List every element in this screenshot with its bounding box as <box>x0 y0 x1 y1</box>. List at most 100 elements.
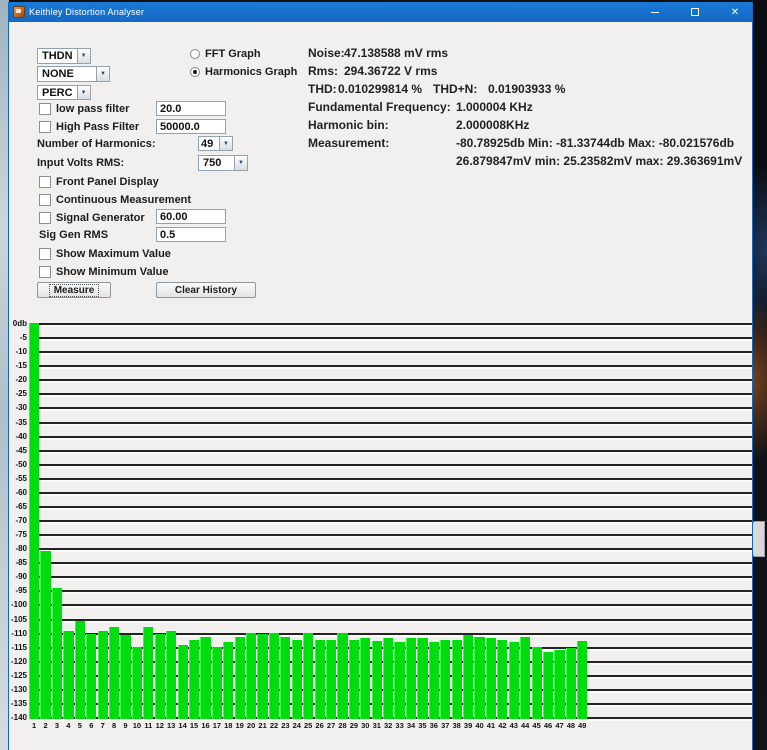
gridline <box>29 548 752 550</box>
harmonic-bar-18 <box>223 642 233 719</box>
clear-history-button[interactable]: Clear History <box>156 282 256 298</box>
show-minimum-label: Show Minimum Value <box>56 266 168 278</box>
gridline <box>29 689 752 691</box>
x-axis-tick-label: 37 <box>438 721 452 730</box>
checkbox-icon <box>39 248 51 260</box>
x-axis-tick-label: 42 <box>495 721 509 730</box>
y-axis-tick-label: -15 <box>9 361 27 370</box>
thd-label: THD: <box>308 82 337 96</box>
chevron-down-icon[interactable]: ▼ <box>234 155 248 171</box>
num-harmonics-value: 49 <box>198 136 219 151</box>
none-combobox[interactable]: NONE ▼ <box>37 66 110 82</box>
x-axis-tick-label: 29 <box>347 721 361 730</box>
x-axis-tick-label: 26 <box>313 721 327 730</box>
harmonic-bar-12 <box>155 634 165 719</box>
x-axis-tick-label: 31 <box>370 721 384 730</box>
sig-gen-rms-label: Sig Gen RMS <box>39 229 108 241</box>
sig-gen-rms-input[interactable] <box>156 227 226 242</box>
checkbox-icon <box>39 103 51 115</box>
radio-selected-icon <box>190 67 200 77</box>
high-pass-filter-input[interactable] <box>156 119 226 134</box>
x-axis-tick-label: 28 <box>336 721 350 730</box>
continuous-measurement-checkbox[interactable]: Continuous Measurement <box>39 193 191 206</box>
checkbox-icon <box>39 176 51 188</box>
x-axis-tick-label: 39 <box>461 721 475 730</box>
harmonic-bar-7 <box>98 631 108 719</box>
signal-generator-checkbox[interactable]: Signal Generator <box>39 211 145 224</box>
y-axis-tick-label: -5 <box>9 333 27 342</box>
measure-button[interactable]: Measure <box>37 282 111 298</box>
gridline <box>29 422 752 424</box>
x-axis-tick-label: 44 <box>518 721 532 730</box>
front-panel-display-checkbox[interactable]: Front Panel Display <box>39 175 159 188</box>
harmonic-bar-40 <box>474 637 484 719</box>
thdn-combobox[interactable]: THDN ▼ <box>37 48 91 64</box>
y-axis-tick-label: -65 <box>9 502 27 511</box>
x-axis-tick-label: 36 <box>427 721 441 730</box>
high-pass-filter-label: High Pass Filter <box>56 121 139 133</box>
app-window: Keithley Distortion Analyser ✕ THDN ▼ NO… <box>8 2 753 750</box>
gridline <box>29 590 752 592</box>
harmonic-bar-19 <box>235 637 245 719</box>
minimize-icon <box>651 12 659 13</box>
high-pass-filter-checkbox[interactable]: High Pass Filter <box>39 120 139 133</box>
x-axis-tick-label: 4 <box>61 721 75 730</box>
maximize-button[interactable] <box>680 2 710 22</box>
harmonics-graph-radio[interactable]: Harmonics Graph <box>190 66 297 78</box>
title-bar[interactable]: Keithley Distortion Analyser ✕ <box>9 2 752 22</box>
x-axis-tick-label: 45 <box>530 721 544 730</box>
chevron-down-icon[interactable]: ▼ <box>219 136 233 151</box>
x-axis-tick-label: 41 <box>484 721 498 730</box>
fft-graph-radio[interactable]: FFT Graph <box>190 48 261 60</box>
show-minimum-checkbox[interactable]: Show Minimum Value <box>39 265 168 278</box>
radio-unselected-icon <box>190 49 200 59</box>
thdn-label: THD+N: <box>433 82 477 96</box>
low-pass-filter-checkbox[interactable]: low pass filter <box>39 102 129 115</box>
num-harmonics-combobox[interactable]: 49 ▼ <box>198 136 233 151</box>
harmonic-bar-37 <box>440 640 450 719</box>
x-axis-tick-label: 6 <box>84 721 98 730</box>
harmonic-bar-41 <box>486 638 496 719</box>
gridline <box>29 633 752 635</box>
close-button[interactable]: ✕ <box>720 2 750 22</box>
y-axis-tick-label: -60 <box>9 488 27 497</box>
show-maximum-label: Show Maximum Value <box>56 248 171 260</box>
x-axis-tick-label: 16 <box>199 721 213 730</box>
perc-combobox[interactable]: PERC ▼ <box>37 85 91 100</box>
signal-generator-input[interactable] <box>156 209 226 224</box>
harmonic-bar-10 <box>132 647 142 719</box>
harmonic-bar-1 <box>29 323 39 719</box>
minimize-button[interactable] <box>640 2 670 22</box>
input-volts-combobox[interactable]: 750 ▼ <box>198 155 248 171</box>
gridline <box>29 365 752 367</box>
low-pass-filter-input[interactable] <box>156 101 226 116</box>
x-axis-tick-label: 43 <box>507 721 521 730</box>
gridline <box>29 436 752 438</box>
x-axis-tick-label: 2 <box>39 721 53 730</box>
harmonic-bar-5 <box>75 621 85 719</box>
measurement-value-db: -80.78925db Min: -81.33744db Max: -80.02… <box>456 136 734 150</box>
harmonic-bar-36 <box>429 642 439 719</box>
x-axis-tick-label: 8 <box>107 721 121 730</box>
chevron-down-icon[interactable]: ▼ <box>96 66 110 82</box>
x-axis-tick-label: 5 <box>73 721 87 730</box>
gridline <box>29 604 752 606</box>
measurement-value-mv: 26.879847mV min: 25.23582mV max: 29.3636… <box>456 154 742 168</box>
desktop-wallpaper-right <box>752 0 767 750</box>
chevron-down-icon[interactable]: ▼ <box>77 85 91 100</box>
show-maximum-checkbox[interactable]: Show Maximum Value <box>39 247 171 260</box>
y-axis-tick-label: -10 <box>9 347 27 356</box>
gridline <box>29 675 752 677</box>
x-axis-tick-label: 1 <box>27 721 41 730</box>
harmonic-bar-45 <box>532 647 542 719</box>
chevron-down-icon[interactable]: ▼ <box>77 48 91 64</box>
y-axis-tick-label: -125 <box>9 671 27 680</box>
gridline <box>29 351 752 353</box>
thd-value: 0.010299814 % <box>338 82 422 96</box>
noise-value: 47.138588 mV rms <box>344 46 448 60</box>
harmonic-bar-46 <box>543 652 553 719</box>
harmonic-bar-30 <box>360 638 370 719</box>
checkbox-icon <box>39 266 51 278</box>
x-axis-tick-label: 32 <box>381 721 395 730</box>
fundamental-frequency-label: Fundamental Frequency: <box>308 100 451 114</box>
